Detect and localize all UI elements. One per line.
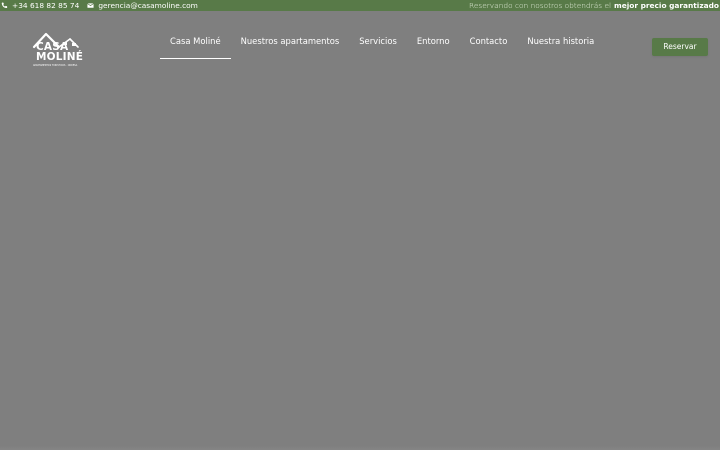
nav-entorno[interactable]: Entorno: [407, 35, 460, 59]
logo-line-2: MOLINÉ: [36, 51, 84, 63]
site-logo[interactable]: CASA MOLINÉ APARTAMENTOS TURISTICOS · OR…: [32, 31, 84, 75]
main-navigation: Casa Moliné Nuestros apartamentos Servic…: [160, 35, 604, 59]
email-link[interactable]: gerencia@casamoline.com: [87, 0, 198, 11]
phone-link[interactable]: +34 618 82 85 74: [1, 0, 79, 11]
logo-tagline: APARTAMENTOS TURISTICOS · ORDESA: [33, 63, 78, 67]
nav-servicios[interactable]: Servicios: [349, 35, 407, 59]
phone-number: +34 618 82 85 74: [12, 1, 80, 10]
envelope-icon: [87, 2, 94, 9]
site-header: CASA MOLINÉ APARTAMENTOS TURISTICOS · OR…: [0, 11, 720, 73]
reserve-button[interactable]: Reservar: [652, 38, 708, 56]
promo-highlight: mejor precio garantizado: [614, 1, 719, 10]
promo-message: Reservando con nosotros obtendrás el mej…: [469, 0, 720, 11]
nav-nuestra-historia[interactable]: Nuestra historia: [517, 35, 604, 59]
topbar-contact-group: +34 618 82 85 74 gerencia@casamoline.com: [0, 0, 206, 11]
promo-text: Reservando con nosotros obtendrás el: [469, 1, 612, 10]
hero-section: [0, 73, 720, 446]
nav-contacto[interactable]: Contacto: [460, 35, 518, 59]
nav-casa-moline[interactable]: Casa Moliné: [160, 35, 231, 59]
page-bottom-edge: [0, 446, 720, 450]
top-info-bar: +34 618 82 85 74 gerencia@casamoline.com…: [0, 0, 720, 11]
email-address: gerencia@casamoline.com: [98, 1, 198, 10]
nav-nuestros-apartamentos[interactable]: Nuestros apartamentos: [231, 35, 350, 59]
phone-icon: [1, 2, 8, 9]
